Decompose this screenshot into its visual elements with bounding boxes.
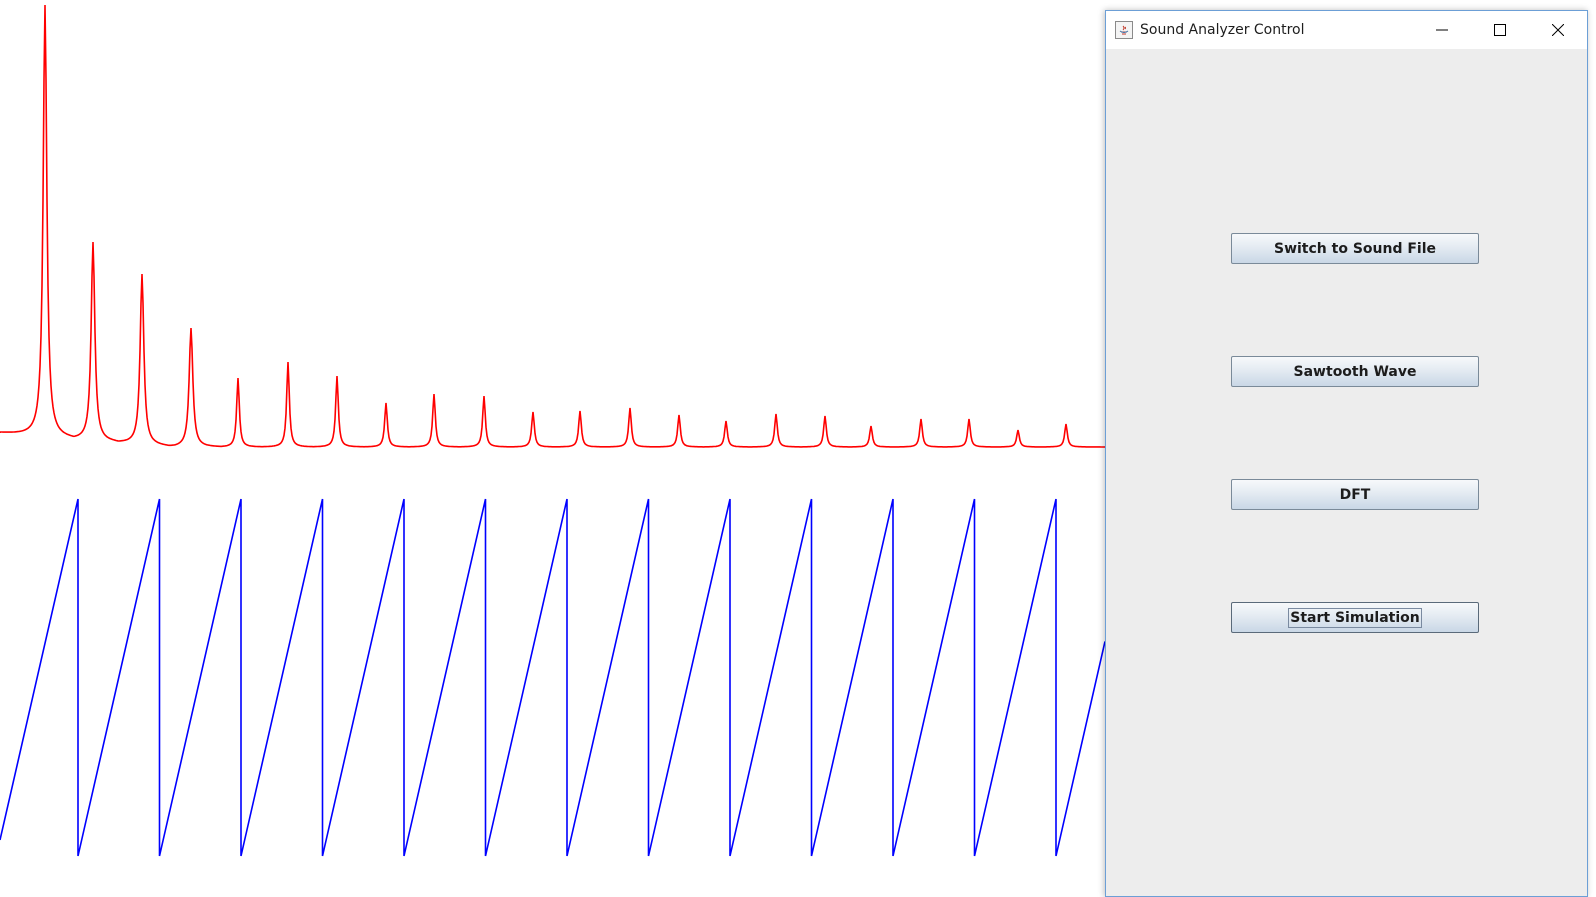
close-button[interactable] [1529, 11, 1587, 49]
switch-to-sound-file-label: Switch to Sound File [1273, 240, 1437, 257]
switch-to-sound-file-button[interactable]: Switch to Sound File [1231, 233, 1479, 264]
start-simulation-button[interactable]: Start Simulation [1231, 602, 1479, 633]
maximize-icon [1494, 24, 1506, 36]
close-icon [1552, 24, 1564, 36]
maximize-button[interactable] [1471, 11, 1529, 49]
window-title: Sound Analyzer Control [1140, 22, 1305, 38]
dft-button[interactable]: DFT [1231, 479, 1479, 510]
minimize-icon [1436, 29, 1448, 31]
window-content: Switch to Sound File Sawtooth Wave DFT S… [1106, 49, 1587, 896]
start-simulation-label: Start Simulation [1288, 607, 1422, 628]
sawtooth-waveform-line [0, 498, 1106, 857]
sawtooth-wave-button[interactable]: Sawtooth Wave [1231, 356, 1479, 387]
window-titlebar[interactable]: Sound Analyzer Control [1106, 11, 1587, 49]
control-window: Sound Analyzer Control Switch to Sound F… [1105, 10, 1588, 897]
java-app-icon [1115, 21, 1133, 39]
minimize-button[interactable] [1413, 11, 1471, 49]
dft-label: DFT [1339, 486, 1371, 503]
sawtooth-wave-label: Sawtooth Wave [1293, 363, 1417, 380]
spectrum-line [0, 4, 1105, 448]
